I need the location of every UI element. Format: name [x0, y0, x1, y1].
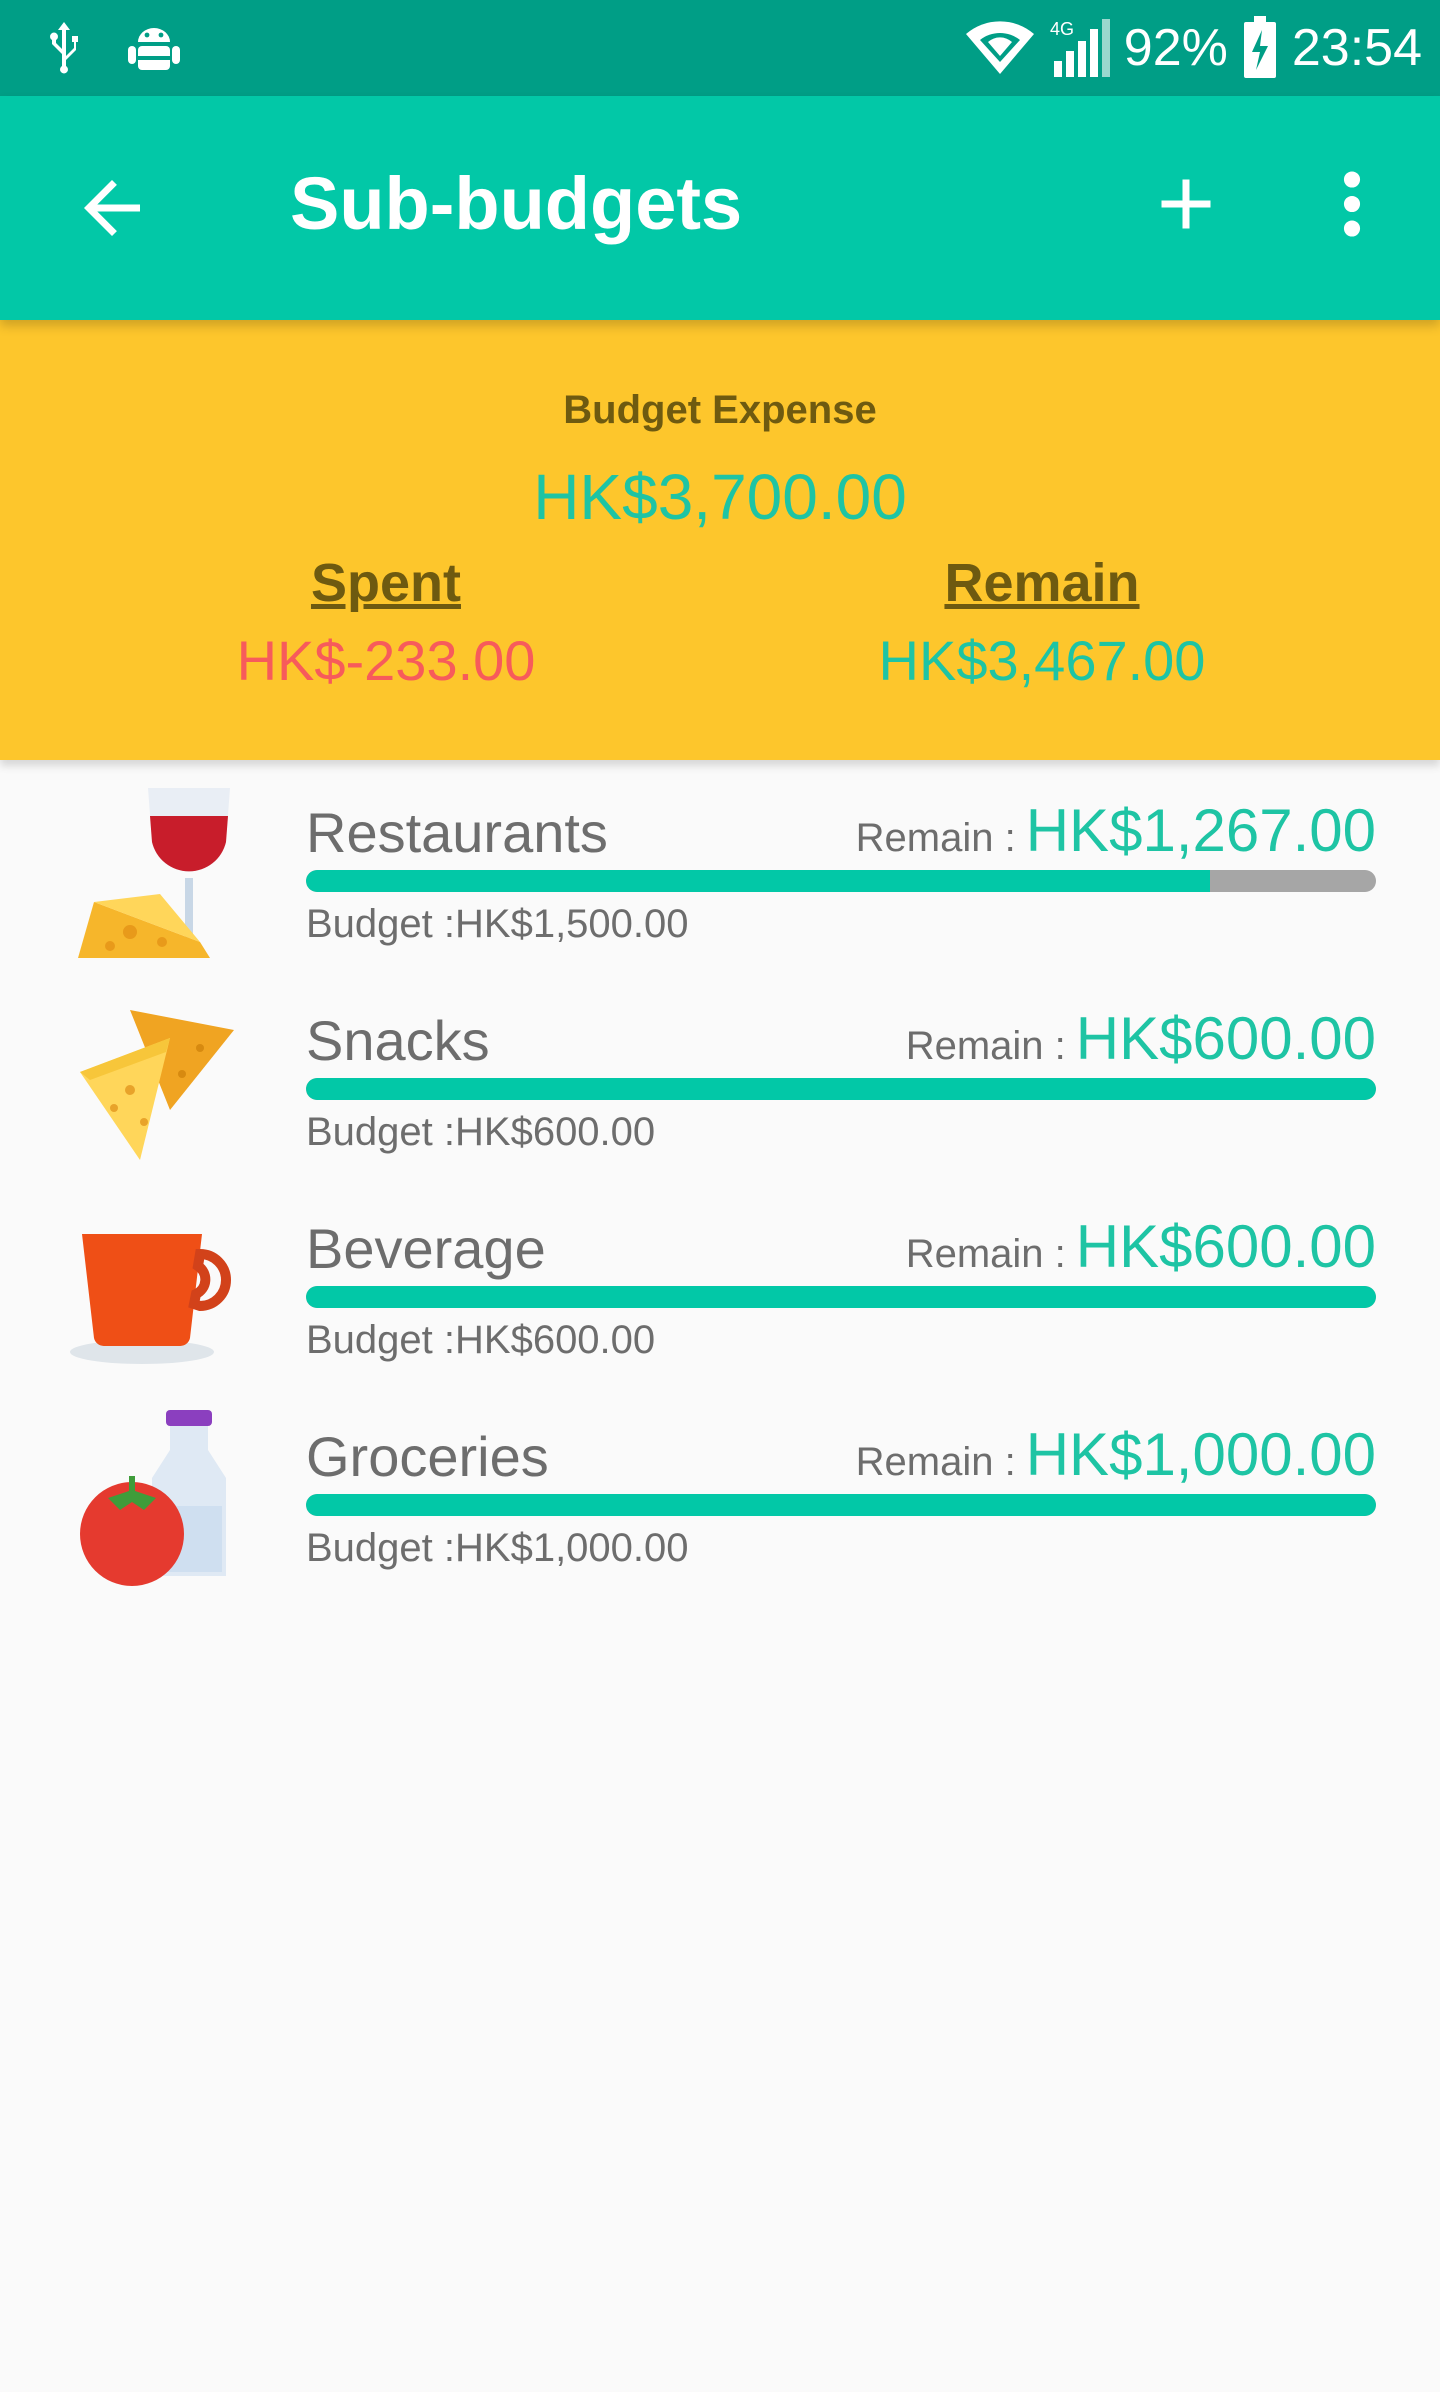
status-bar: 4G 92% 23:54 — [0, 0, 1440, 96]
add-sub-budget-button[interactable] — [1144, 162, 1228, 246]
progress-bar — [306, 1286, 1376, 1308]
svg-text:4G: 4G — [1050, 19, 1074, 39]
progress-fill — [306, 870, 1210, 892]
progress-bar — [306, 1494, 1376, 1516]
remain-column: Remain HK$3,467.00 — [742, 552, 1342, 693]
budget-expense-total: HK$3,700.00 — [533, 461, 907, 533]
sub-budget-name: Beverage — [306, 1217, 546, 1280]
spent-value: HK$-233.00 — [236, 629, 536, 692]
remain-value: HK$3,467.00 — [878, 629, 1206, 692]
page-title: Sub-budgets — [290, 162, 743, 245]
sub-budget-item-beverage[interactable]: Beverage Remain : HK$600.00 Budget :HK$6… — [0, 1176, 1440, 1384]
android-debug-icon — [128, 28, 180, 70]
sub-budget-amount: Budget :HK$1,500.00 — [306, 902, 689, 946]
tomato-bottle-icon — [80, 1410, 226, 1586]
battery-charging-icon — [1243, 16, 1276, 78]
remain-label: Remain : — [905, 1232, 1066, 1276]
more-vert-icon — [1343, 171, 1361, 237]
progress-fill — [306, 1286, 1376, 1308]
progress-fill — [306, 1494, 1376, 1516]
sub-budget-remain: Remain : HK$1,267.00 — [856, 796, 1376, 865]
coffee-cup-icon — [70, 1234, 231, 1364]
sub-budget-item-restaurants[interactable]: Restaurants Remain : HK$1,267.00 Budget … — [0, 760, 1440, 968]
back-button[interactable] — [70, 166, 154, 250]
sub-budget-remain: Remain : HK$600.00 — [906, 1004, 1376, 1073]
remain-value: HK$600.00 — [1075, 1213, 1376, 1280]
sub-budget-remain: Remain : HK$1,000.00 — [856, 1420, 1376, 1489]
back-arrow-icon — [84, 180, 140, 236]
wine-cheese-icon — [78, 788, 230, 958]
sub-budget-item-snacks[interactable]: Snacks Remain : HK$600.00 Budget :HK$600… — [0, 968, 1440, 1176]
sub-budget-amount: Budget :HK$600.00 — [306, 1110, 656, 1154]
progress-bar — [306, 1078, 1376, 1100]
remain-label: Remain : — [855, 1440, 1016, 1484]
sub-budget-name: Groceries — [306, 1425, 549, 1488]
remain-label: Remain : — [905, 1024, 1066, 1068]
usb-icon — [50, 22, 78, 74]
remain-label: Remain : — [855, 816, 1016, 860]
budget-summary: Budget Expense HK$3,700.00 Spent HK$-233… — [0, 320, 1440, 760]
progress-bar — [306, 870, 1376, 892]
progress-fill — [306, 1078, 1376, 1100]
signal-4g-icon: 4G — [1050, 19, 1110, 77]
sub-budget-item-groceries[interactable]: Groceries Remain : HK$1,000.00 Budget :H… — [0, 1384, 1440, 1592]
spent-column: Spent HK$-233.00 — [86, 552, 686, 693]
battery-percent: 92% — [1123, 19, 1228, 77]
sub-budget-name: Snacks — [306, 1009, 490, 1072]
sub-budget-amount: Budget :HK$600.00 — [306, 1318, 656, 1362]
remain-value: HK$600.00 — [1075, 1005, 1376, 1072]
sub-budget-amount: Budget :HK$1,000.00 — [306, 1526, 689, 1570]
add-icon — [1161, 179, 1211, 229]
wifi-icon — [965, 21, 1034, 74]
app-bar: Sub-budgets — [0, 96, 1440, 320]
spent-label: Spent — [310, 553, 461, 613]
budget-expense-label: Budget Expense — [563, 388, 877, 432]
remain-label: Remain — [944, 553, 1140, 613]
remain-value: HK$1,267.00 — [1025, 797, 1376, 864]
remain-value: HK$1,000.00 — [1025, 1421, 1376, 1488]
clock: 23:54 — [1291, 19, 1422, 77]
more-options-button[interactable] — [1330, 162, 1374, 246]
nachos-icon — [80, 1010, 234, 1160]
sub-budget-remain: Remain : HK$600.00 — [906, 1212, 1376, 1281]
sub-budget-name: Restaurants — [306, 801, 608, 864]
